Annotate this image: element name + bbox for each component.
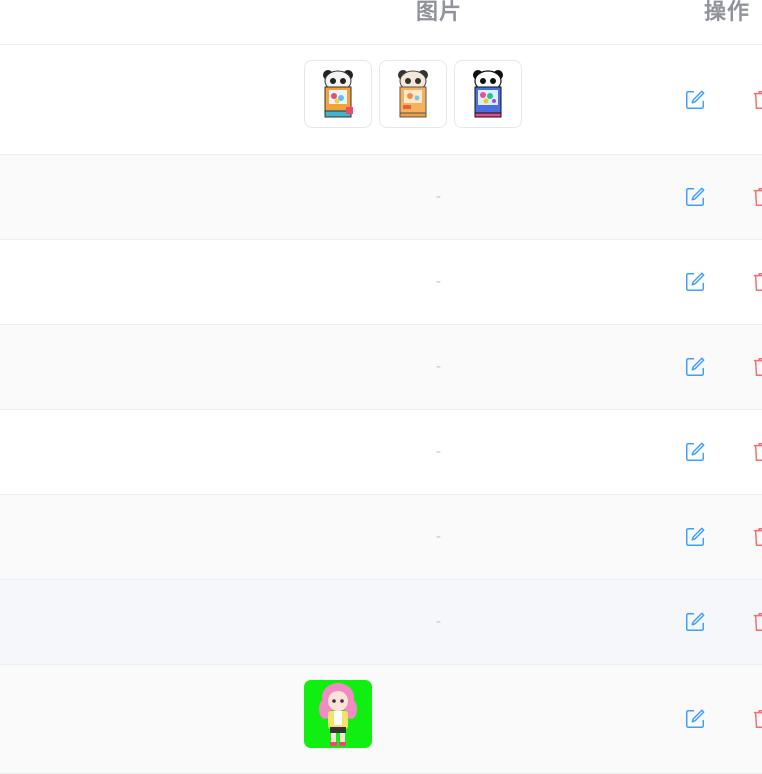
- column-header-image: 图片: [416, 0, 463, 25]
- pink-hair-girl-figure-image[interactable]: [304, 680, 372, 748]
- delete-icon[interactable]: [751, 89, 762, 111]
- table-row: -: [0, 325, 762, 410]
- empty-image-placeholder: -: [436, 189, 442, 205]
- empty-image-placeholder: -: [436, 529, 442, 545]
- column-header-action: 操作: [704, 0, 751, 25]
- empty-image-placeholder: -: [436, 274, 442, 290]
- delete-icon[interactable]: [751, 708, 762, 730]
- table-row: -: [0, 240, 762, 325]
- delete-icon[interactable]: [751, 186, 762, 208]
- delete-icon[interactable]: [751, 611, 762, 633]
- panda-claw-machine-image[interactable]: [379, 60, 447, 128]
- table-row: [0, 45, 762, 155]
- table-row: -: [0, 155, 762, 240]
- empty-image-placeholder: -: [436, 359, 442, 375]
- delete-icon[interactable]: [751, 356, 762, 378]
- edit-icon[interactable]: [684, 708, 706, 730]
- edit-icon[interactable]: [684, 526, 706, 548]
- edit-icon[interactable]: [684, 186, 706, 208]
- edit-icon[interactable]: [684, 271, 706, 293]
- empty-image-placeholder: -: [436, 614, 442, 630]
- table-row: [0, 665, 762, 774]
- empty-image-placeholder: -: [436, 444, 442, 460]
- table-row: -: [0, 580, 762, 665]
- image-list: [304, 680, 372, 748]
- edit-icon[interactable]: [684, 611, 706, 633]
- edit-icon[interactable]: [684, 89, 706, 111]
- panda-claw-machine-image[interactable]: [304, 60, 372, 128]
- delete-icon[interactable]: [751, 441, 762, 463]
- image-list: [304, 60, 522, 128]
- edit-icon[interactable]: [684, 356, 706, 378]
- data-table: 图片 操作 - - - - - -: [0, 0, 762, 774]
- table-row: -: [0, 410, 762, 495]
- table-header: 图片 操作: [0, 0, 762, 45]
- delete-icon[interactable]: [751, 271, 762, 293]
- panda-claw-machine-image[interactable]: [454, 60, 522, 128]
- edit-icon[interactable]: [684, 441, 706, 463]
- table-row: -: [0, 495, 762, 580]
- delete-icon[interactable]: [751, 526, 762, 548]
